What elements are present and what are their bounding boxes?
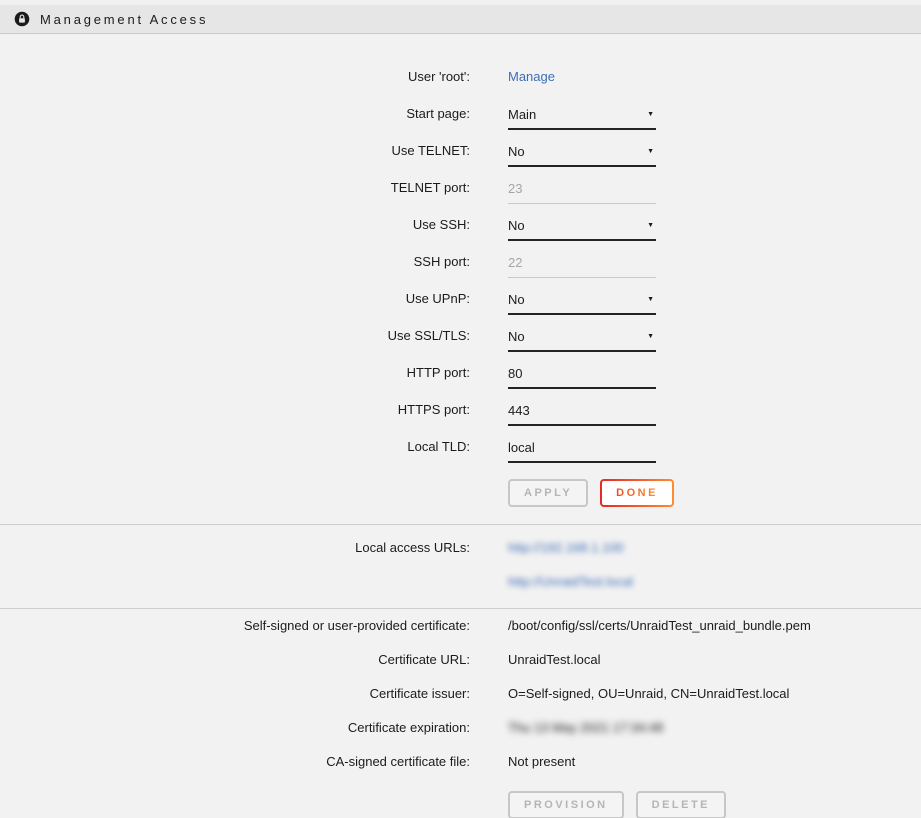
start-page-select[interactable]: Main ▼ [508,100,656,130]
chevron-down-icon: ▼ [647,111,656,118]
https-port-input[interactable] [508,396,656,426]
local-access-url-2[interactable]: http://UnraidTest.local [508,574,633,589]
row-user-root: User 'root': Manage [0,58,921,95]
row-use-ssh: Use SSH: No ▼ [0,206,921,243]
row-ssh-port: SSH port: [0,243,921,280]
row-selfsigned-cert: Self-signed or user-provided certificate… [0,609,921,643]
done-button-label: DONE [616,487,658,499]
row-label: TELNET port: [0,169,470,206]
manage-root-link[interactable]: Manage [508,69,555,84]
row-use-telnet: Use TELNET: No ▼ [0,132,921,169]
provision-button[interactable]: PROVISION [508,791,624,818]
row-start-page: Start page: Main ▼ [0,95,921,132]
management-access-form: User 'root': Manage Start page: Main ▼ U… [0,34,921,524]
row-local-access-urls: Local access URLs: http://192.168.1.100 [0,531,921,565]
row-label: Start page: [0,95,470,132]
row-cert-url: Certificate URL: UnraidTest.local [0,643,921,677]
row-label: CA-signed certificate file: [0,745,470,779]
page-title: Management Access [40,12,208,27]
row-use-upnp: Use UPnP: No ▼ [0,280,921,317]
http-port-input[interactable] [508,359,656,389]
select-value: No [508,218,525,233]
row-label: Self-signed or user-provided certificate… [0,609,470,643]
row-label: Use SSL/TLS: [0,317,470,354]
certificate-buttons: PROVISION DELETE [508,791,921,818]
row-label: HTTPS port: [0,391,470,428]
select-value: No [508,144,525,159]
delete-button[interactable]: DELETE [636,791,726,818]
row-label: Use UPnP: [0,280,470,317]
select-value: No [508,292,525,307]
cert-url-value: UnraidTest.local [508,652,601,667]
chevron-down-icon: ▼ [647,148,656,155]
row-telnet-port: TELNET port: [0,169,921,206]
select-value: No [508,329,525,344]
chevron-down-icon: ▼ [647,222,656,229]
row-label: Use SSH: [0,206,470,243]
use-telnet-select[interactable]: No ▼ [508,137,656,167]
row-label: Certificate expiration: [0,711,470,745]
row-ca-cert-file: CA-signed certificate file: Not present [0,745,921,779]
row-label: Use TELNET: [0,132,470,169]
use-upnp-select[interactable]: No ▼ [508,285,656,315]
row-cert-expiration: Certificate expiration: Thu 13 May 2021 … [0,711,921,745]
row-label: Certificate URL: [0,643,470,677]
local-tld-input[interactable] [508,433,656,463]
apply-button[interactable]: APPLY [508,479,588,507]
page-header: Management Access [0,5,921,34]
lock-circle-icon [14,11,30,27]
chevron-down-icon: ▼ [647,333,656,340]
use-ssl-select[interactable]: No ▼ [508,322,656,352]
local-access-url-1[interactable]: http://192.168.1.100 [508,540,624,555]
local-access-section: Local access URLs: http://192.168.1.100 … [0,525,921,608]
done-button[interactable]: DONE [600,479,674,507]
ssh-port-input [508,248,656,278]
row-label: HTTP port: [0,354,470,391]
cert-path-value: /boot/config/ssl/certs/UnraidTest_unraid… [508,618,811,633]
ca-cert-file-value: Not present [508,754,575,769]
cert-expiration-value: Thu 13 May 2021 17:34:48 [508,720,663,735]
form-buttons: APPLY DONE [508,479,921,507]
row-use-ssl: Use SSL/TLS: No ▼ [0,317,921,354]
row-label: User 'root': [0,58,470,95]
row-label: Local TLD: [0,428,470,465]
row-local-access-url-2: http://UnraidTest.local [0,565,921,599]
row-label: Certificate issuer: [0,677,470,711]
row-label: Local access URLs: [0,531,470,565]
row-label: SSH port: [0,243,470,280]
row-http-port: HTTP port: [0,354,921,391]
row-cert-issuer: Certificate issuer: O=Self-signed, OU=Un… [0,677,921,711]
chevron-down-icon: ▼ [647,296,656,303]
select-value: Main [508,107,536,122]
cert-issuer-value: O=Self-signed, OU=Unraid, CN=UnraidTest.… [508,686,789,701]
row-local-tld: Local TLD: [0,428,921,465]
use-ssh-select[interactable]: No ▼ [508,211,656,241]
telnet-port-input [508,174,656,204]
row-https-port: HTTPS port: [0,391,921,428]
certificate-section: Self-signed or user-provided certificate… [0,609,921,818]
